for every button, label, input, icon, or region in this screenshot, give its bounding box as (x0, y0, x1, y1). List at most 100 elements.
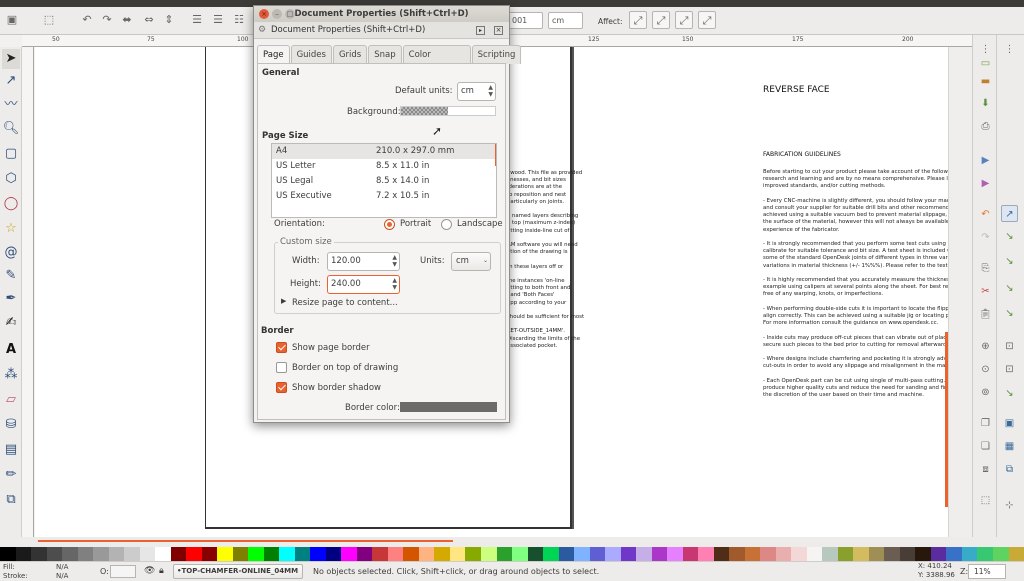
color-swatch[interactable] (589, 547, 606, 561)
color-swatch[interactable] (387, 547, 404, 561)
color-swatch[interactable] (31, 547, 47, 561)
new-icon[interactable]: ▣ (3, 11, 21, 29)
color-palette[interactable] (0, 547, 1024, 561)
zoom-selection-icon[interactable]: ⊕ (977, 338, 994, 355)
color-swatch[interactable] (279, 547, 295, 561)
color-swatch[interactable] (325, 547, 342, 561)
height-input[interactable]: 240.00 ▲ ▼ (327, 275, 400, 294)
color-swatch[interactable] (77, 547, 94, 561)
bucket-tool-icon[interactable]: ⛁ (2, 415, 20, 435)
resize-to-content-expander[interactable]: Resize page to content... (292, 298, 398, 308)
vertical-ruler[interactable] (22, 47, 34, 537)
color-swatch[interactable] (170, 547, 187, 561)
rotate-cw-icon[interactable]: ↷ (98, 11, 116, 29)
import-icon[interactable]: ▶ (977, 152, 994, 169)
node-tool-icon[interactable]: ↗ (2, 71, 20, 91)
snap-bbox-edge-icon[interactable]: ↘ (1001, 253, 1018, 270)
color-swatch[interactable] (0, 547, 16, 561)
snap-midpoints-icon[interactable]: ⊡ (1001, 338, 1018, 355)
close-icon[interactable]: × (259, 9, 269, 19)
snap-others-icon[interactable]: ⊹ (1001, 497, 1018, 514)
color-swatch[interactable] (155, 547, 171, 561)
color-swatch[interactable] (449, 547, 466, 561)
star-tool-icon[interactable]: ☆ (2, 219, 20, 239)
default-units-select[interactable]: cm ▲ ▼ (457, 82, 496, 101)
unlink-clone-icon[interactable]: ⧈ (977, 461, 994, 478)
move-gradients-icon[interactable]: ⤢ (675, 11, 693, 29)
units-select[interactable]: cm ⌄ (451, 252, 491, 271)
color-swatch[interactable] (1008, 547, 1024, 561)
color-swatch[interactable] (837, 547, 854, 561)
portrait-radio[interactable] (384, 219, 395, 230)
color-swatch[interactable] (899, 547, 916, 561)
color-swatch[interactable] (698, 547, 714, 561)
gradient-tool-icon[interactable]: ▤ (2, 440, 20, 460)
lower-icon[interactable]: ☰ (209, 11, 227, 29)
border-on-top-checkbox[interactable] (276, 362, 287, 373)
align-icon[interactable]: ☷ (230, 11, 248, 29)
color-swatch[interactable] (217, 547, 233, 561)
maximize-icon[interactable]: □ (285, 9, 295, 19)
color-swatch[interactable] (993, 547, 1009, 561)
color-swatch[interactable] (930, 547, 947, 561)
snap-toggle-icon[interactable]: ↗ (1001, 205, 1018, 222)
color-swatch[interactable] (806, 547, 823, 561)
pen-tool-icon[interactable]: ✒ (2, 289, 20, 309)
list-item[interactable]: US Executive 7.2 x 10.5 in (272, 189, 496, 204)
open-icon[interactable]: ▬ (977, 73, 994, 90)
ellipse-tool-icon[interactable]: ◯ (2, 194, 20, 214)
color-swatch[interactable] (946, 547, 962, 561)
snap-nodes-icon[interactable]: ↘ (1001, 280, 1018, 297)
zoom-page-icon[interactable]: ⊚ (977, 384, 994, 401)
color-swatch[interactable] (139, 547, 156, 561)
color-swatch[interactable] (775, 547, 792, 561)
3d-box-tool-icon[interactable]: ⬡ (2, 169, 20, 189)
zoom-input[interactable]: 001 (508, 12, 543, 29)
color-swatch[interactable] (46, 547, 63, 561)
eraser-tool-icon[interactable]: ▱ (2, 390, 20, 410)
color-swatch[interactable] (480, 547, 497, 561)
snap-page-icon[interactable]: ▣ (1001, 415, 1018, 432)
scale-stroke-icon[interactable]: ⤢ (629, 11, 647, 29)
scale-corners-icon[interactable]: ⤢ (652, 11, 670, 29)
show-border-shadow-checkbox[interactable] (276, 382, 287, 393)
color-swatch[interactable] (465, 547, 481, 561)
move-patterns-icon[interactable]: ⤢ (698, 11, 716, 29)
color-swatch[interactable] (232, 547, 249, 561)
new-document-icon[interactable]: ▭ (977, 55, 994, 72)
color-swatch[interactable] (294, 547, 311, 561)
spiral-tool-icon[interactable]: @ (2, 243, 20, 263)
zoom-field[interactable]: 11% (968, 564, 1006, 579)
copy-icon[interactable]: ⎘ (977, 260, 994, 277)
layer-lock-icon[interactable]: 🔒︎ (159, 566, 164, 576)
list-item[interactable]: US Letter 8.5 x 11.0 in (272, 159, 496, 174)
tab-scripting[interactable]: Scripting (471, 45, 522, 64)
color-swatch[interactable] (62, 547, 78, 561)
calligraphy-tool-icon[interactable]: ✍ (2, 313, 20, 333)
color-swatch[interactable] (263, 547, 280, 561)
color-swatch[interactable] (977, 547, 993, 561)
unit-select[interactable]: cm (548, 12, 583, 29)
selector-tool-icon[interactable]: ➤ (2, 49, 20, 69)
list-scrollbar[interactable] (495, 144, 496, 166)
flip-vertical-icon[interactable]: ⇕ (160, 11, 178, 29)
show-page-border-checkbox[interactable] (276, 342, 287, 353)
color-swatch[interactable] (124, 547, 140, 561)
group-icon[interactable]: ⬚ (977, 492, 994, 509)
tab-snap[interactable]: Snap (368, 45, 402, 64)
color-swatch[interactable] (201, 547, 218, 561)
color-swatch[interactable] (884, 547, 900, 561)
raise-icon[interactable]: ☰ (188, 11, 206, 29)
color-swatch[interactable] (791, 547, 807, 561)
zoom-tool-icon[interactable]: 🔍︎ (2, 119, 20, 139)
color-swatch[interactable] (651, 547, 668, 561)
color-swatch[interactable] (729, 547, 745, 561)
duplicate-icon[interactable]: ❐ (977, 415, 994, 432)
tweak-tool-icon[interactable]: 〰 (2, 95, 20, 115)
color-swatch[interactable] (356, 547, 373, 561)
color-swatch[interactable] (853, 547, 869, 561)
rectangle-tool-icon[interactable]: ▢ (2, 144, 20, 164)
color-swatch[interactable] (310, 547, 326, 561)
layer-select[interactable]: •TOP-CHAMFER-ONLINE_04MM (173, 564, 303, 579)
color-swatch[interactable] (868, 547, 885, 561)
